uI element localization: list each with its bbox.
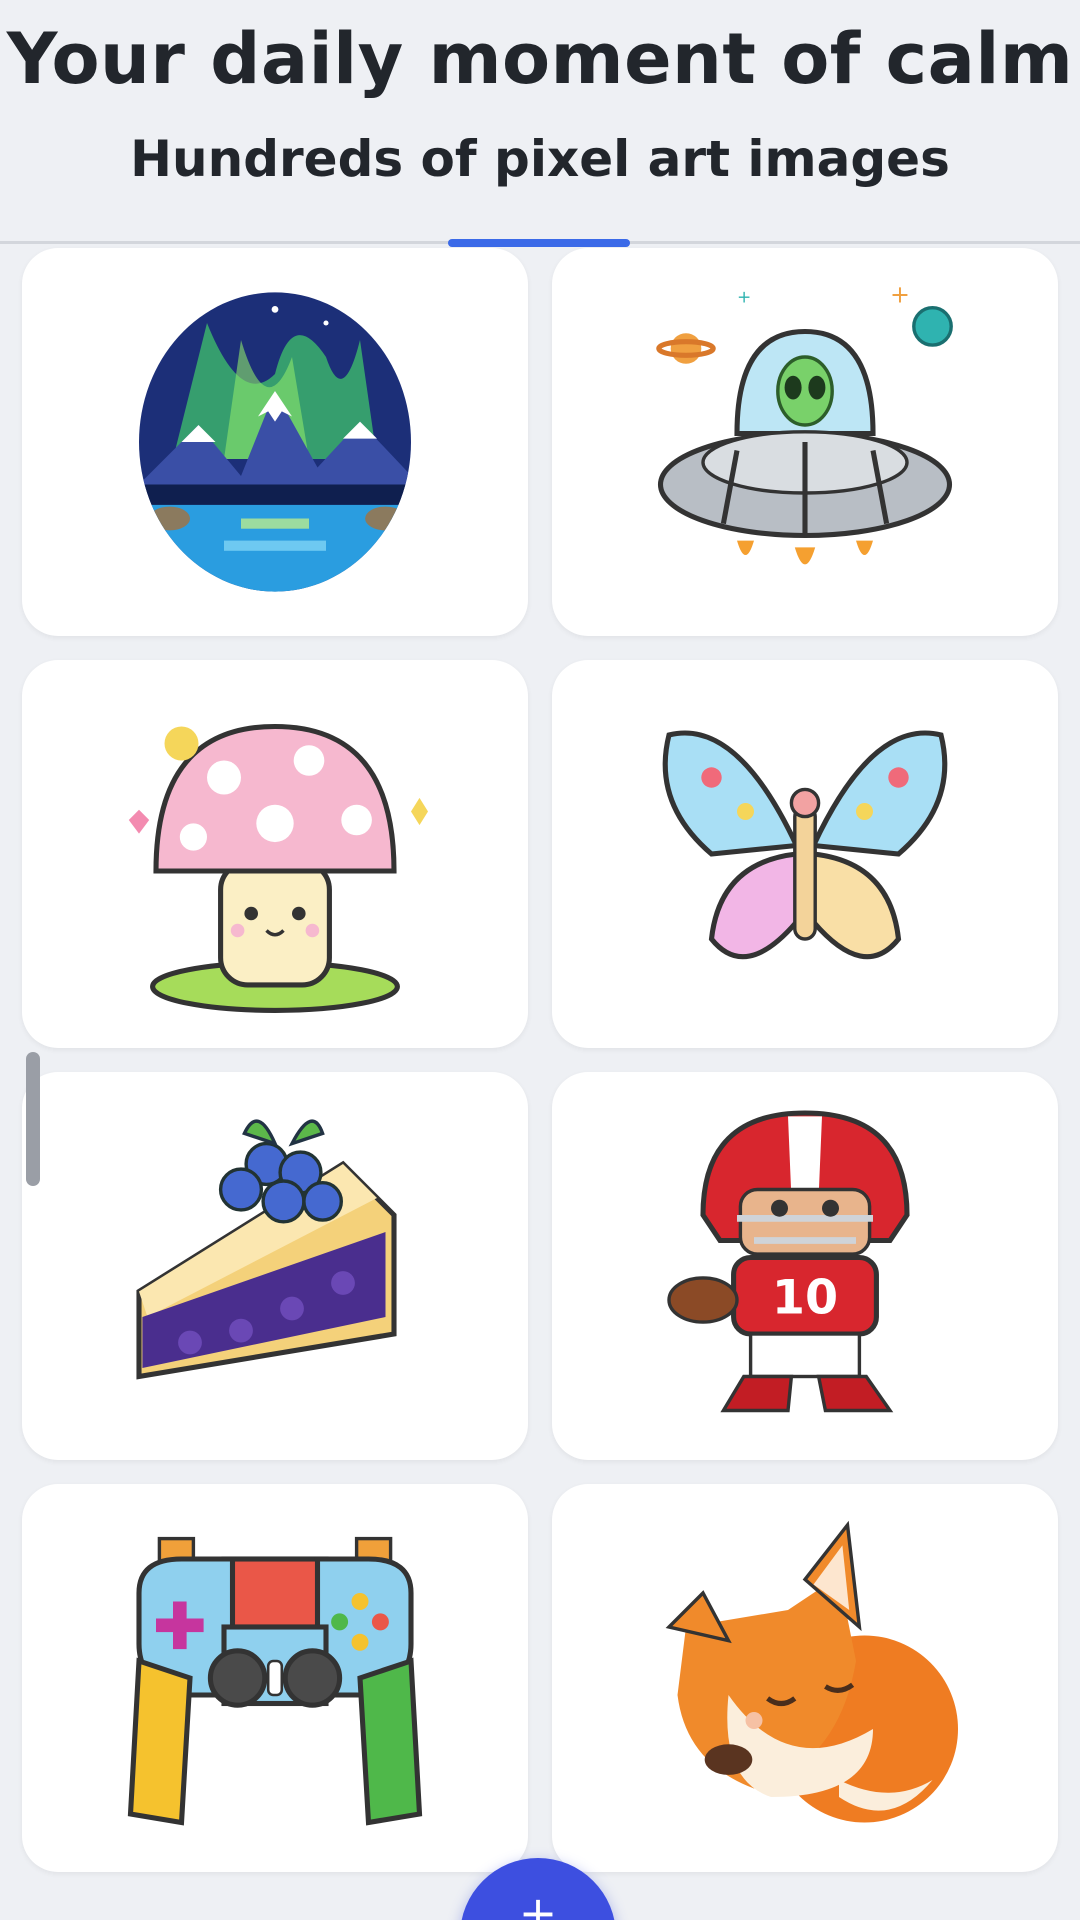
gallery-card-aurora[interactable] (22, 248, 528, 636)
gallery-card-football-player[interactable]: 10 (552, 1072, 1058, 1460)
gallery-card-butterfly[interactable] (552, 660, 1058, 1048)
butterfly-icon (662, 730, 948, 960)
football-player-icon: 10 (667, 1110, 910, 1413)
aurora-mountains-icon (139, 292, 411, 592)
plus-icon: + (518, 1886, 558, 1920)
image-gallery: + + 10 (0, 0, 1080, 1920)
svg-text:+: + (737, 288, 751, 308)
gallery-card-controller[interactable] (22, 1484, 528, 1872)
svg-text:+: + (890, 281, 910, 309)
blueberry-pie-icon (136, 1119, 397, 1380)
gallery-card-mushroom[interactable] (22, 660, 528, 1048)
jersey-number: 10 (772, 1271, 838, 1326)
gallery-card-ufo[interactable]: + + (552, 248, 1058, 636)
pink-mushroom-icon (128, 723, 428, 1013)
gallery-card-fox[interactable] (552, 1484, 1058, 1872)
gallery-card-pie[interactable] (22, 1072, 528, 1460)
alien-ufo-icon: + + (656, 281, 953, 565)
scrollbar[interactable] (26, 1052, 40, 1186)
game-controller-icon (127, 1536, 423, 1826)
sleeping-fox-icon (665, 1520, 958, 1823)
